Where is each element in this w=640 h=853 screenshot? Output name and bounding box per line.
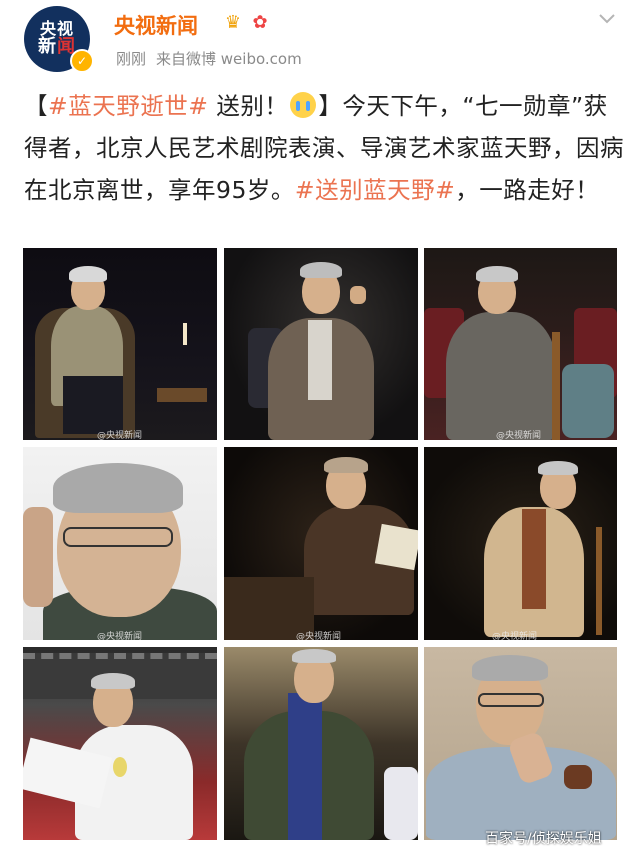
footer-watermark: 百家号/侦探娱乐姐 <box>485 831 602 847</box>
photo-9[interactable] <box>424 647 617 840</box>
photo-7[interactable] <box>23 647 217 840</box>
bracket-close: 】 <box>318 92 343 120</box>
account-name[interactable]: 央视新闻 <box>114 10 198 40</box>
hashtag-link[interactable]: #送别蓝天野# <box>295 176 455 204</box>
photo-watermark: @央视新闻 <box>97 632 143 640</box>
post-closing: ，一路走好！ <box>455 176 600 204</box>
avatar-char-a: 新 <box>38 35 57 57</box>
crown-badge-icon[interactable]: ♛ <box>222 12 244 34</box>
post-header: 央视 新闻 ✓ 央视新闻 ♛ ✿ 刚刚 来自微博 weibo.com <box>0 0 640 78</box>
post-time: 刚刚 <box>116 50 147 68</box>
post-source[interactable]: 来自微博 weibo.com <box>156 50 302 68</box>
photo-2[interactable] <box>224 248 418 440</box>
farewell-text: 送别！ <box>208 92 289 120</box>
photo-3[interactable]: @央视新闻 <box>424 248 617 440</box>
post-meta: 刚刚 来自微博 weibo.com <box>116 48 312 69</box>
photo-watermark: @央视新闻 <box>97 431 143 440</box>
photo-6[interactable]: @央视新闻 <box>424 447 617 640</box>
chevron-down-icon[interactable] <box>596 8 618 30</box>
photo-watermark: @央视新闻 <box>296 632 342 640</box>
photo-1[interactable]: @央视新闻 <box>23 248 217 440</box>
post-text: 【#蓝天野逝世# 送别！ 】今天下午，“七一勋章”获得者，北京人民艺术剧院表演、导… <box>24 85 624 211</box>
verified-icon: ✓ <box>70 49 94 73</box>
crying-face-icon <box>290 92 317 118</box>
hashtag-link[interactable]: #蓝天野逝世# <box>48 92 208 120</box>
photo-watermark: @央视新闻 <box>496 431 542 440</box>
photo-8[interactable] <box>224 647 418 840</box>
avatar-text-bottom: 新闻 <box>38 35 76 57</box>
bracket-open: 【 <box>24 92 48 120</box>
photo-4[interactable]: @央视新闻 <box>23 447 217 640</box>
vip-badge-icon[interactable]: ✿ <box>248 12 272 34</box>
photo-watermark: @央视新闻 <box>492 632 538 640</box>
photo-5[interactable]: @央视新闻 <box>224 447 418 640</box>
